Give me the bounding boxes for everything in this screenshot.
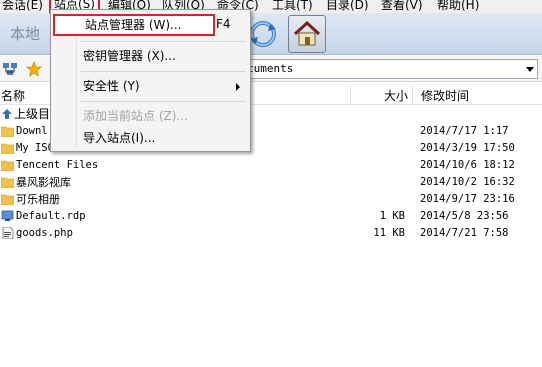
home-button[interactable] (288, 15, 326, 53)
table-row[interactable]: 可乐相册 2014/9/17 23:16 (0, 191, 542, 208)
menu-item-label: 添加当前站点 (Z)... (83, 109, 188, 123)
menu-shortcut-label: F4 (216, 17, 231, 31)
file-modified: 2014/3/19 17:50 (420, 142, 515, 154)
column-divider[interactable] (412, 85, 413, 105)
local-pane-title: 本地 (10, 25, 41, 43)
file-size: 11 KB (373, 227, 405, 239)
up-arrow-icon (2, 109, 12, 119)
remote-desktop-file-icon (1, 210, 14, 221)
file-modified: 2014/7/21 7:58 (420, 227, 509, 239)
column-divider[interactable] (350, 85, 351, 105)
menu-item-import-sites[interactable]: 导入站点(I)... (53, 127, 248, 149)
menu-separator (81, 71, 246, 72)
menu-item-label: 密钥管理器 (X)... (83, 49, 176, 63)
menu-item-site-manager[interactable]: 站点管理器 (W)... (53, 14, 215, 36)
menu-directory[interactable]: 目录(D) (326, 0, 369, 13)
menu-separator (81, 41, 246, 42)
file-modified: 2014/7/17 1:17 (420, 125, 509, 137)
file-modified: 2014/5/8 23:56 (420, 210, 509, 222)
file-modified: 2014/9/17 23:16 (420, 193, 515, 205)
local-path-text: cuments (247, 62, 294, 75)
parent-directory-label: 上级目 (14, 107, 51, 121)
refresh-button[interactable] (246, 17, 280, 51)
menu-separator (81, 101, 246, 102)
menu-view[interactable]: 查看(V) (381, 0, 423, 13)
favorite-star-icon[interactable] (26, 61, 42, 77)
menu-session[interactable]: 会话(E) (2, 0, 43, 13)
file-name: Downl (16, 125, 48, 137)
table-row[interactable]: Tencent Files 2014/10/6 18:12 (0, 157, 542, 174)
submenu-arrow-icon (236, 83, 240, 91)
table-row[interactable]: Default.rdp 1 KB 2014/5/8 23:56 (0, 208, 542, 225)
file-modified: 2014/10/6 18:12 (420, 159, 515, 171)
folder-icon (1, 126, 14, 137)
php-file-icon (2, 227, 14, 239)
file-name: Default.rdp (16, 210, 86, 222)
file-name: 暴风影视库 (16, 176, 71, 189)
column-name-header[interactable]: 名称 (1, 87, 25, 104)
chevron-down-icon[interactable] (526, 67, 534, 72)
column-size-header[interactable]: 大小 (384, 87, 408, 104)
menu-item-security[interactable]: 安全性 (Y) (53, 75, 248, 97)
folder-icon (1, 177, 14, 188)
local-path-combobox[interactable]: cuments (244, 59, 538, 79)
file-name: 可乐相册 (16, 193, 60, 206)
folder-icon (1, 160, 14, 171)
network-drive-icon[interactable] (2, 61, 18, 77)
file-size: 1 KB (379, 210, 405, 222)
folder-icon (1, 194, 14, 205)
home-icon (293, 20, 321, 46)
menu-item-label: 站点管理器 (W)... (85, 18, 182, 32)
file-name: goods.php (16, 227, 73, 239)
file-name: Tencent Files (16, 159, 99, 171)
menu-tools[interactable]: 工具(T) (272, 0, 313, 13)
table-row[interactable]: 暴风影视库 2014/10/2 16:32 (0, 174, 542, 191)
table-row[interactable]: goods.php 11 KB 2014/7/21 7:58 (0, 225, 542, 242)
folder-icon (1, 143, 14, 154)
menu-item-key-manager[interactable]: 密钥管理器 (X)... (53, 45, 248, 67)
column-modified-header[interactable]: 修改时间 (421, 87, 469, 104)
menu-item-add-current-site[interactable]: 添加当前站点 (Z)... (53, 105, 248, 127)
menu-item-label: 安全性 (Y) (83, 79, 140, 93)
file-modified: 2014/10/2 16:32 (420, 176, 515, 188)
refresh-icon (250, 21, 276, 47)
menu-item-label: 导入站点(I)... (83, 131, 156, 145)
menu-help[interactable]: 帮助(H) (437, 0, 479, 13)
